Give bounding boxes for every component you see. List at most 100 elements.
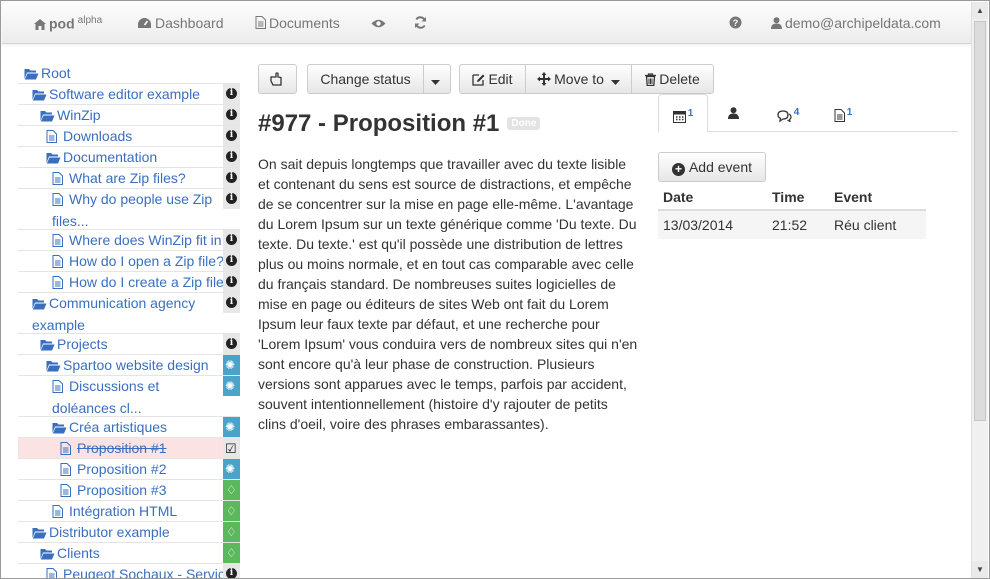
nav-watch[interactable] — [371, 15, 389, 31]
lightbulb-icon[interactable] — [223, 543, 240, 563]
add-event-button[interactable]: + Add event — [658, 152, 766, 182]
tree-node[interactable]: Créa artistiques — [18, 417, 240, 438]
scroll-thumb[interactable] — [974, 21, 986, 421]
info-icon[interactable] — [223, 272, 240, 292]
events-table: Date Time Event 13/03/2014 21:52 Réu cli… — [658, 184, 926, 239]
info-icon[interactable] — [223, 251, 240, 271]
vertical-scrollbar[interactable]: ▲ ▼ — [971, 2, 988, 578]
tree-node[interactable]: Why do people use Zip files... — [18, 189, 240, 230]
edit-icon — [472, 74, 485, 86]
folder-open-icon — [46, 357, 61, 375]
info-icon[interactable] — [223, 147, 240, 167]
caret-down-icon — [610, 80, 620, 85]
info-icon[interactable] — [223, 168, 240, 188]
delete-button[interactable]: Delete — [632, 64, 714, 94]
tree-node-label: How do I create a Zip file — [69, 274, 224, 290]
scroll-down-arrow[interactable]: ▼ — [972, 561, 988, 578]
tab-files[interactable]: 1 — [818, 94, 868, 132]
folder-open-icon — [24, 65, 39, 83]
nav-documents-label: Documents — [269, 15, 340, 31]
tree-node-label: WinZip — [57, 107, 101, 123]
lightbulb-icon[interactable] — [223, 501, 240, 521]
tree-node-label: Communication agency example — [32, 295, 196, 333]
tree-node[interactable]: Distributor example — [18, 522, 240, 543]
folder-open-icon — [32, 86, 47, 104]
tree-node[interactable]: Proposition #2 — [18, 459, 240, 480]
tree-node[interactable]: Communication agency example — [18, 293, 240, 334]
lightbulb-icon[interactable] — [223, 522, 240, 542]
pin-button[interactable] — [258, 64, 297, 94]
edit-button[interactable]: Edit — [459, 64, 526, 94]
folder-open-icon — [32, 295, 47, 315]
nav-dashboard[interactable]: Dashboard — [137, 15, 224, 31]
network-icon[interactable] — [223, 355, 240, 375]
info-icon[interactable] — [223, 334, 240, 354]
network-icon[interactable] — [223, 376, 240, 396]
change-status-button[interactable]: Change status — [307, 64, 424, 94]
file-icon — [52, 191, 66, 211]
file-icon — [52, 232, 66, 250]
folder-open-icon — [40, 545, 55, 563]
tab-calendar[interactable]: 1 — [658, 94, 708, 133]
tree-node[interactable]: Intégration HTML — [18, 501, 240, 522]
top-navbar: pod alpha Dashboard Documents ? demo@arch… — [2, 2, 972, 44]
table-row[interactable]: 13/03/2014 21:52 Réu client — [658, 209, 926, 239]
tree-node[interactable]: Downloads — [18, 126, 240, 147]
tree-node[interactable]: How do I create a Zip file — [18, 272, 240, 293]
tree-node-label: Créa artistiques — [69, 419, 168, 435]
tree-node[interactable]: Software editor example — [18, 84, 240, 105]
info-icon[interactable] — [223, 230, 240, 250]
tree-node[interactable]: Discussions et doléances cl... — [18, 376, 240, 417]
tree-node[interactable]: Root — [18, 63, 240, 84]
tree-node[interactable]: Clients — [18, 543, 240, 564]
brand-sup: alpha — [77, 15, 103, 26]
lightbulb-icon[interactable] — [223, 480, 240, 500]
folder-open-icon — [40, 107, 55, 125]
file-icon — [52, 253, 66, 271]
tree-node-label: Peugeot Sochaux - Servic — [63, 566, 225, 579]
tree-node[interactable]: Proposition #3 — [18, 480, 240, 501]
column-header-event: Event — [829, 184, 926, 211]
scroll-up-arrow[interactable]: ▲ — [972, 2, 988, 19]
column-header-time: Time — [767, 184, 829, 211]
tree-node[interactable]: WinZip — [18, 105, 240, 126]
help-icon: ? — [729, 16, 742, 29]
tree-node[interactable]: Proposition #1 — [18, 438, 240, 459]
tree-node[interactable]: Spartoo website design — [18, 355, 240, 376]
tree-node[interactable]: How do I open a Zip file? — [18, 251, 240, 272]
tab-comments-count: 4 — [793, 107, 800, 118]
tree-node[interactable]: Documentation — [18, 147, 240, 168]
move-to-button[interactable]: Move to — [526, 64, 632, 94]
checkbox-icon[interactable] — [223, 438, 240, 458]
tab-people[interactable] — [708, 94, 758, 132]
info-icon[interactable] — [223, 105, 240, 125]
nav-user[interactable]: demo@archipeldata.com — [771, 15, 941, 31]
tree-node-label: How do I open a Zip file? — [69, 253, 224, 269]
tree-node[interactable]: Where does WinZip fit in — [18, 230, 240, 251]
tree-node-label: Proposition #1 — [77, 440, 167, 456]
nav-refresh[interactable] — [414, 15, 430, 31]
info-icon[interactable] — [223, 84, 240, 104]
caret-down-icon — [431, 80, 440, 85]
nav-help[interactable]: ? — [729, 15, 745, 31]
tab-comments[interactable]: 4 — [758, 94, 818, 132]
tree-node[interactable]: What are Zip files? — [18, 168, 240, 189]
info-icon[interactable] — [223, 293, 240, 313]
tree-node[interactable]: Peugeot Sochaux - Servic — [18, 564, 240, 579]
brand-link[interactable]: pod alpha — [34, 15, 102, 32]
nav-dashboard-label: Dashboard — [155, 15, 224, 31]
document-body: On sait depuis longtemps que travailler … — [258, 156, 638, 432]
events-header-row: Date Time Event — [658, 184, 926, 211]
change-status-dropdown[interactable] — [424, 64, 451, 94]
network-icon[interactable] — [223, 459, 240, 479]
file-icon — [52, 503, 66, 521]
info-icon[interactable] — [223, 564, 240, 578]
network-icon[interactable] — [223, 417, 240, 437]
trash-icon — [645, 73, 657, 87]
nav-documents[interactable]: Documents — [255, 15, 340, 31]
info-icon[interactable] — [223, 189, 240, 209]
tree-node[interactable]: Projects — [18, 334, 240, 355]
eye-icon — [371, 19, 386, 28]
tree-node-label: Software editor example — [49, 86, 200, 102]
info-icon[interactable] — [223, 126, 240, 146]
